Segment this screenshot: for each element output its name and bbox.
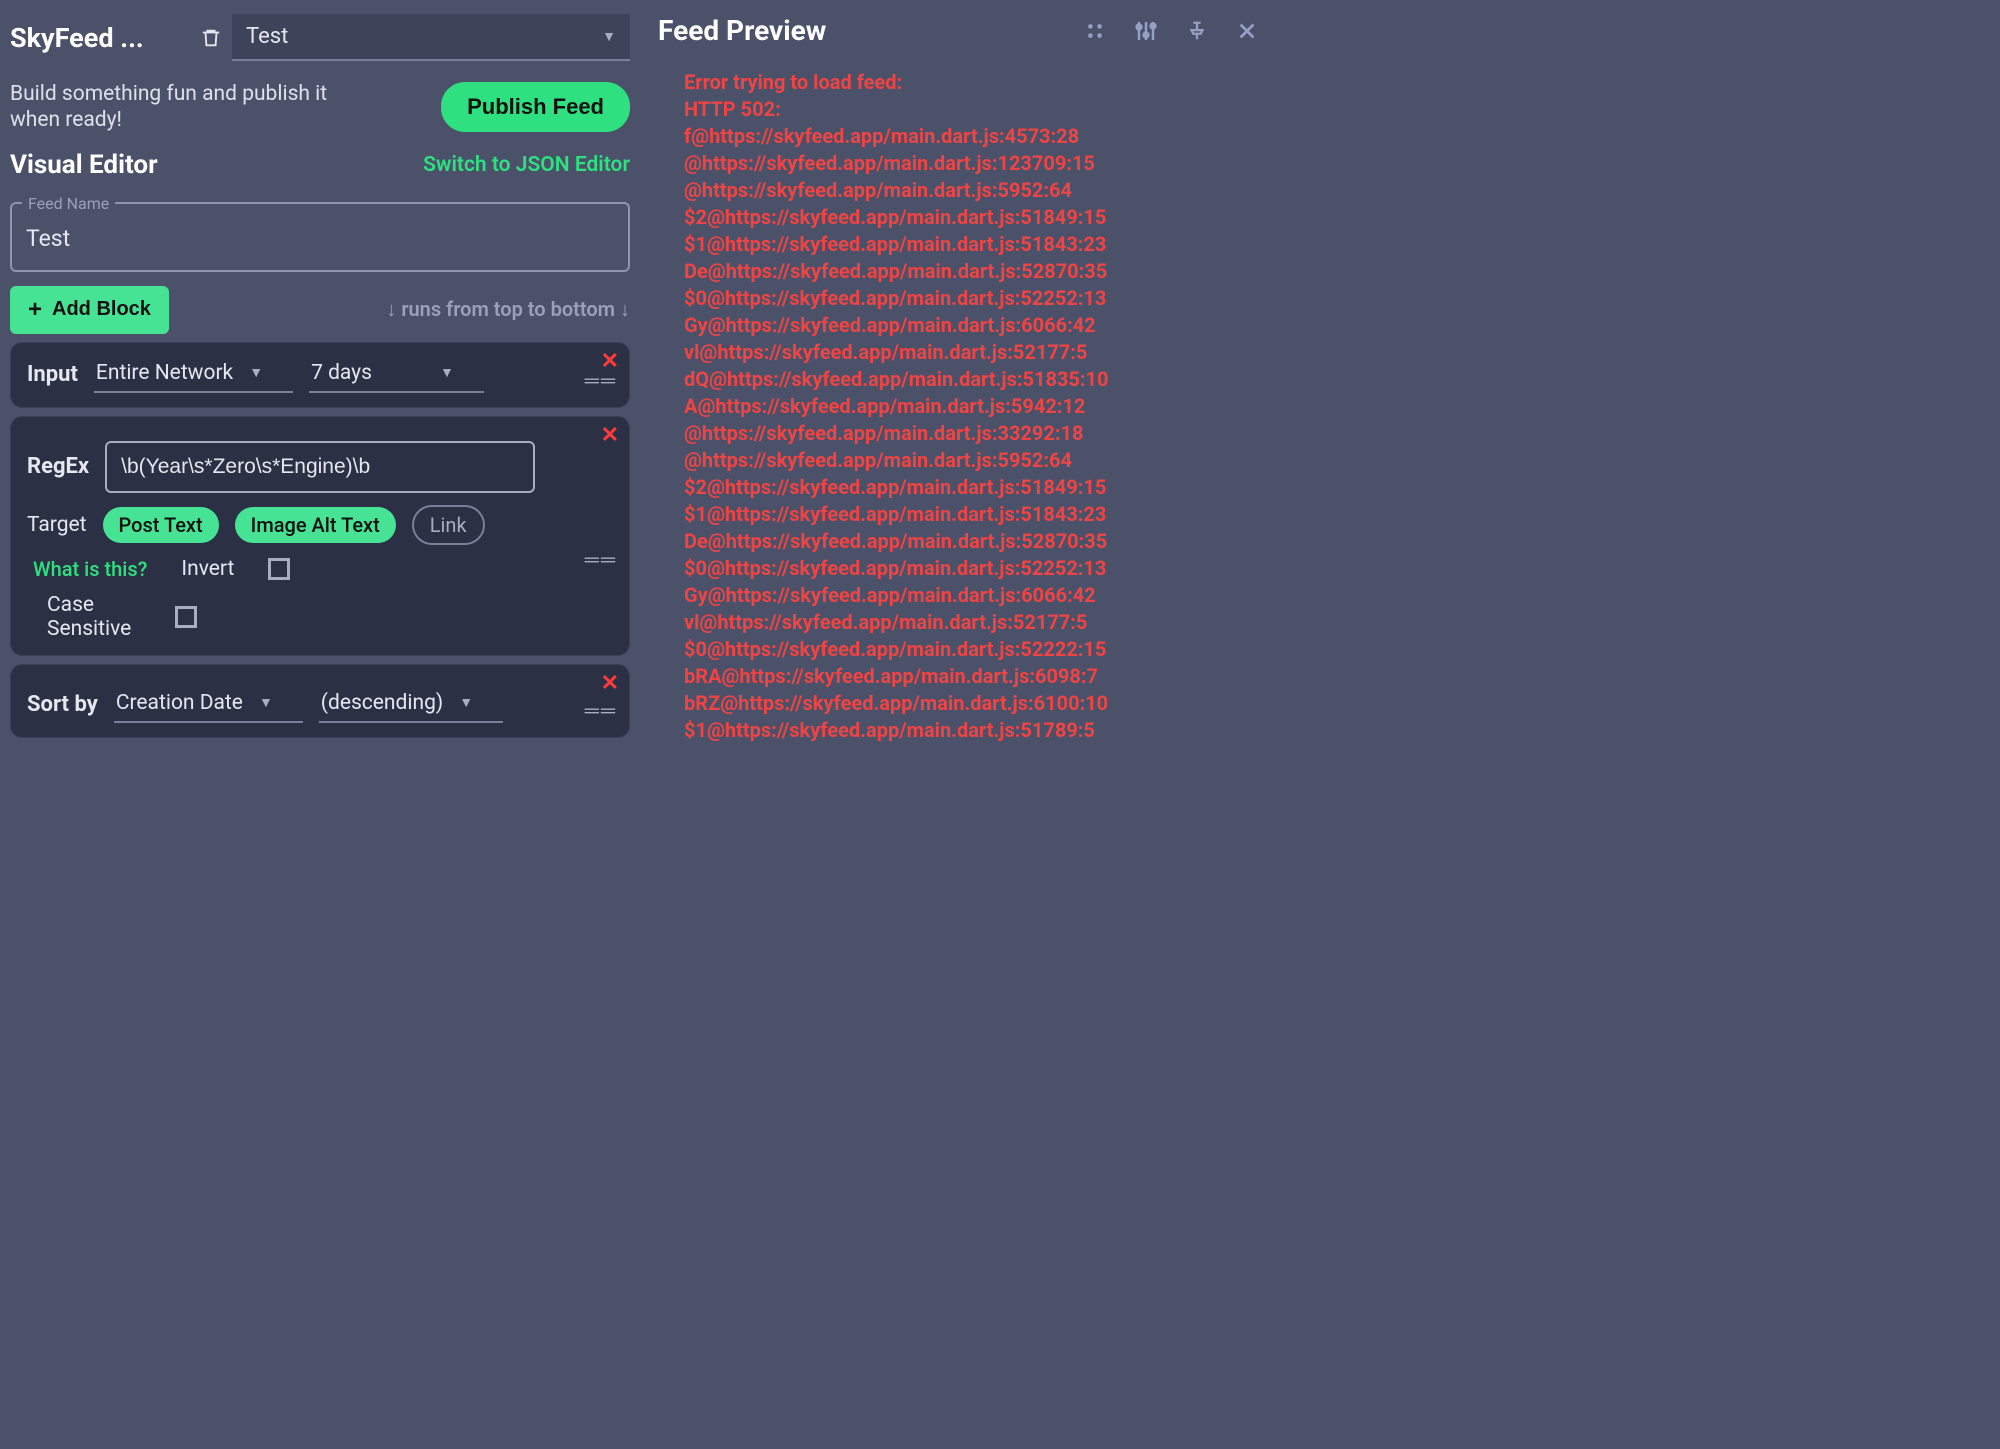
- error-line: vl@https://skyfeed.app/main.dart.js:5217…: [684, 609, 1256, 636]
- chevron-down-icon: ▼: [259, 694, 273, 711]
- chevron-down-icon: ▼: [459, 694, 473, 711]
- target-alt-text-chip[interactable]: Image Alt Text: [235, 507, 396, 543]
- feed-name-field[interactable]: Feed Name Test: [10, 194, 630, 272]
- error-line: f@https://skyfeed.app/main.dart.js:4573:…: [684, 123, 1256, 150]
- grid-icon[interactable]: [1084, 20, 1106, 42]
- chevron-down-icon: ▼: [602, 28, 616, 45]
- chevron-down-icon: ▼: [440, 364, 454, 381]
- error-line: $2@https://skyfeed.app/main.dart.js:5184…: [684, 474, 1256, 501]
- error-line: $1@https://skyfeed.app/main.dart.js:5184…: [684, 231, 1256, 258]
- header-row: SkyFeed ... Test ▼: [10, 10, 630, 65]
- preview-header: Feed Preview: [640, 0, 1280, 61]
- pin-icon[interactable]: [1186, 19, 1208, 43]
- block-input: ✕ Input Entire Network ▼ 7 days ▼ ══: [10, 342, 630, 408]
- preview-error: Error trying to load feed:HTTP 502:f@htt…: [640, 61, 1280, 764]
- drag-handle-icon[interactable]: ══: [585, 698, 617, 723]
- close-icon[interactable]: [1236, 20, 1258, 42]
- error-line: A@https://skyfeed.app/main.dart.js:5942:…: [684, 393, 1256, 420]
- sort-field-select[interactable]: Creation Date ▼: [114, 687, 303, 723]
- app-title: SkyFeed ...: [10, 22, 190, 54]
- regex-input[interactable]: [105, 441, 535, 493]
- what-is-this-link[interactable]: What is this?: [33, 557, 147, 581]
- error-line: $0@https://skyfeed.app/main.dart.js:5222…: [684, 636, 1256, 663]
- target-label: Target: [27, 513, 87, 537]
- error-line: bRA@https://skyfeed.app/main.dart.js:609…: [684, 663, 1256, 690]
- target-post-text-chip[interactable]: Post Text: [103, 507, 219, 543]
- input-duration-value: 7 days: [311, 361, 372, 385]
- input-source-value: Entire Network: [96, 361, 233, 385]
- editor-toolbar: + Add Block ↓ runs from top to bottom ↓: [10, 286, 630, 334]
- preview-toolbar: [1084, 19, 1258, 43]
- sort-label: Sort by: [27, 692, 98, 717]
- visual-editor-title: Visual Editor: [10, 150, 158, 180]
- runs-hint: ↓ runs from top to bottom ↓: [386, 297, 630, 322]
- input-label: Input: [27, 362, 78, 387]
- drag-handle-icon[interactable]: ══: [585, 368, 617, 393]
- invert-label: Invert: [181, 557, 234, 581]
- preview-title: Feed Preview: [658, 14, 826, 47]
- trash-icon[interactable]: [200, 25, 222, 51]
- block-sort: ✕ Sort by Creation Date ▼ (descending) ▼…: [10, 664, 630, 738]
- error-line: Error trying to load feed:: [684, 69, 1256, 96]
- close-icon[interactable]: ✕: [601, 423, 619, 448]
- error-line: De@https://skyfeed.app/main.dart.js:5287…: [684, 528, 1256, 555]
- case-sensitive-label: Case Sensitive: [47, 593, 147, 641]
- close-icon[interactable]: ✕: [601, 671, 619, 696]
- regex-label: RegEx: [27, 454, 89, 479]
- drag-handle-icon[interactable]: ══: [585, 547, 617, 572]
- error-line: $1@https://skyfeed.app/main.dart.js:5178…: [684, 717, 1256, 744]
- add-block-label: Add Block: [52, 298, 151, 321]
- sort-field-value: Creation Date: [116, 691, 243, 715]
- chevron-down-icon: ▼: [249, 364, 263, 381]
- error-line: $1@https://skyfeed.app/main.dart.js:5184…: [684, 501, 1256, 528]
- sort-direction-select[interactable]: (descending) ▼: [319, 687, 503, 723]
- block-regex: ✕ RegEx Target Post Text Image Alt Text …: [10, 416, 630, 656]
- add-block-button[interactable]: + Add Block: [10, 286, 169, 334]
- error-line: dQ@https://skyfeed.app/main.dart.js:5183…: [684, 366, 1256, 393]
- case-sensitive-checkbox[interactable]: [175, 606, 197, 628]
- publish-feed-button[interactable]: Publish Feed: [441, 82, 630, 132]
- error-line: $2@https://skyfeed.app/main.dart.js:5184…: [684, 204, 1256, 231]
- error-line: @https://skyfeed.app/main.dart.js:5952:6…: [684, 447, 1256, 474]
- sliders-icon[interactable]: [1134, 19, 1158, 43]
- editor-panel: SkyFeed ... Test ▼ Build something fun a…: [0, 0, 640, 928]
- feed-name-label: Feed Name: [22, 194, 115, 213]
- input-duration-select[interactable]: 7 days ▼: [309, 357, 484, 393]
- feed-name-value: Test: [26, 225, 614, 252]
- plus-icon: +: [28, 296, 42, 324]
- switch-editor-link[interactable]: Switch to JSON Editor: [423, 153, 630, 177]
- input-source-select[interactable]: Entire Network ▼: [94, 357, 293, 393]
- error-line: De@https://skyfeed.app/main.dart.js:5287…: [684, 258, 1256, 285]
- error-line: vl@https://skyfeed.app/main.dart.js:5217…: [684, 339, 1256, 366]
- subhead-row: Build something fun and publish it when …: [10, 81, 630, 134]
- subhead-text: Build something fun and publish it when …: [10, 81, 370, 134]
- feed-tab-value: Test: [246, 24, 288, 49]
- error-line: bRZ@https://skyfeed.app/main.dart.js:610…: [684, 690, 1256, 717]
- invert-checkbox[interactable]: [268, 558, 290, 580]
- error-line: HTTP 502:: [684, 96, 1256, 123]
- error-line: @https://skyfeed.app/main.dart.js:33292:…: [684, 420, 1256, 447]
- error-line: Gy@https://skyfeed.app/main.dart.js:6066…: [684, 312, 1256, 339]
- error-line: @https://skyfeed.app/main.dart.js:5952:6…: [684, 177, 1256, 204]
- editor-title-row: Visual Editor Switch to JSON Editor: [10, 150, 630, 180]
- error-line: $0@https://skyfeed.app/main.dart.js:5225…: [684, 285, 1256, 312]
- preview-panel: Feed Preview Error trying to load feed:H…: [640, 0, 1280, 928]
- error-line: Gy@https://skyfeed.app/main.dart.js:6066…: [684, 582, 1256, 609]
- target-link-chip[interactable]: Link: [412, 505, 485, 545]
- sort-direction-value: (descending): [321, 691, 443, 715]
- error-line: $0@https://skyfeed.app/main.dart.js:5225…: [684, 555, 1256, 582]
- error-line: @https://skyfeed.app/main.dart.js:123709…: [684, 150, 1256, 177]
- feed-tab-select[interactable]: Test ▼: [232, 14, 630, 61]
